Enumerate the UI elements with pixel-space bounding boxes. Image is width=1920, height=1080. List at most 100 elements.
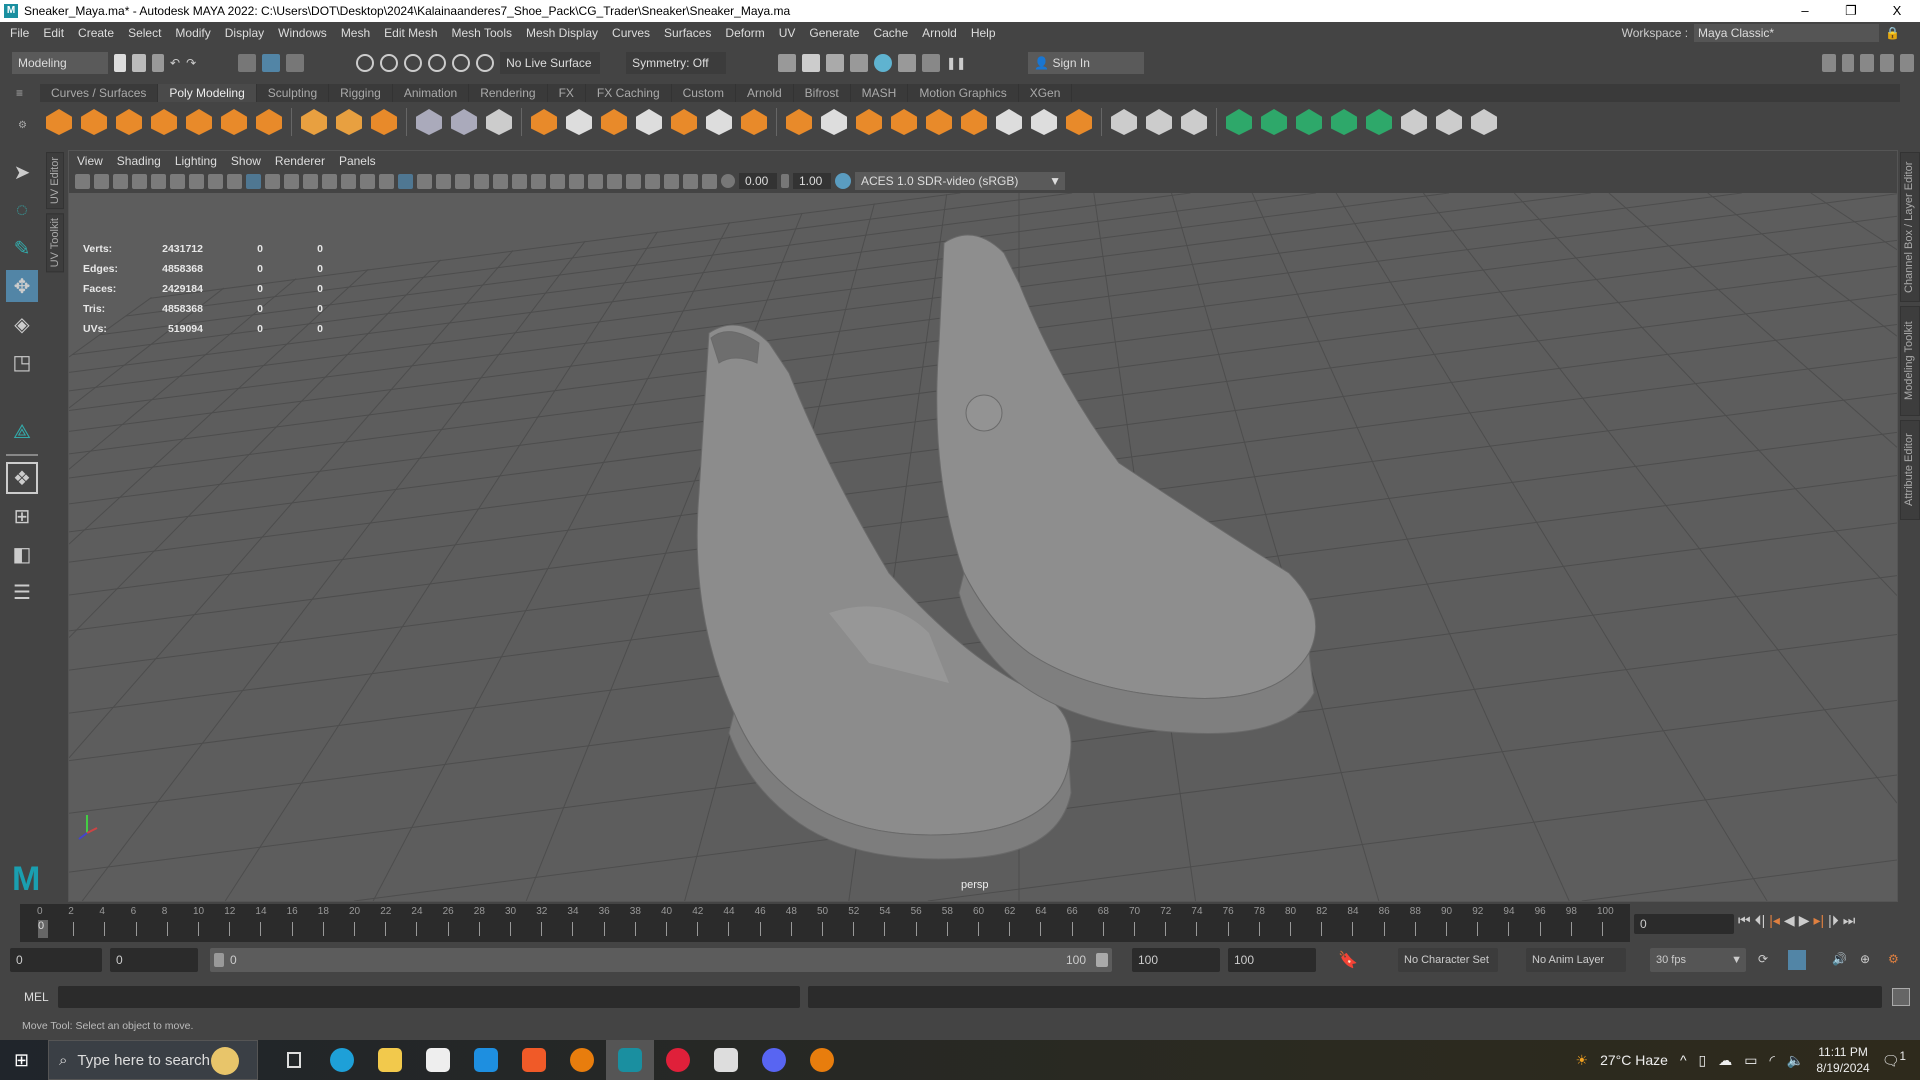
shelf-tool-icon[interactable]	[371, 109, 397, 135]
shelf-tool-icon[interactable]	[821, 109, 847, 135]
restore-button[interactable]: ❐	[1828, 0, 1874, 22]
blender-icon[interactable]	[558, 1040, 606, 1080]
shelf-tool-icon[interactable]	[301, 109, 327, 135]
menu-display[interactable]: Display	[225, 26, 264, 40]
shelf-tab-sculpting[interactable]: Sculpting	[257, 84, 330, 102]
shelf-tool-icon[interactable]	[891, 109, 917, 135]
panel-tool-icon[interactable]	[132, 173, 147, 189]
panel-tool-icon[interactable]	[474, 173, 489, 189]
wifi-icon[interactable]: ◜	[1769, 1052, 1774, 1069]
shelf-tool-icon[interactable]	[46, 109, 72, 135]
panel-tool-icon[interactable]	[303, 173, 318, 189]
menu-windows[interactable]: Windows	[278, 26, 327, 40]
discord-icon[interactable]	[750, 1040, 798, 1080]
mel-label[interactable]: MEL	[24, 990, 49, 1004]
playback-end-field[interactable]: 100	[1132, 948, 1220, 972]
shelf-tool-icon[interactable]	[856, 109, 882, 135]
anim-start-field[interactable]: 0	[10, 948, 102, 972]
maya-taskbar-icon[interactable]	[606, 1040, 654, 1080]
panel-tool-icon[interactable]	[493, 173, 508, 189]
shelf-tool-icon[interactable]	[1031, 109, 1057, 135]
symmetry-dropdown[interactable]: Symmetry: Off	[626, 52, 727, 74]
volume-icon[interactable]: 🔈	[1787, 1052, 1804, 1069]
range-slider[interactable]: 0 100	[210, 948, 1112, 972]
colorspace-dropdown[interactable]: ACES 1.0 SDR-video (sRGB) ▼	[855, 172, 1065, 190]
meet-now-icon[interactable]: ▯	[1699, 1052, 1707, 1069]
shelf-tool-icon[interactable]	[961, 109, 987, 135]
panel-tool-icon[interactable]	[189, 173, 204, 189]
edge-icon[interactable]	[318, 1040, 366, 1080]
outliner-layout-icon[interactable]: ☰	[6, 576, 38, 608]
shelf-tab-curves-surfaces[interactable]: Curves / Surfaces	[40, 84, 159, 102]
panel-tool-icon[interactable]	[265, 173, 280, 189]
shelf-tab-rigging[interactable]: Rigging	[329, 84, 393, 102]
current-frame-field[interactable]: 0	[1634, 914, 1734, 934]
panel-tool-icon[interactable]	[531, 173, 546, 189]
modeling-toolkit-tab[interactable]: Modeling Toolkit	[1900, 306, 1920, 416]
undo-icon[interactable]: ↶	[170, 56, 180, 70]
shelf-tool-icon[interactable]	[566, 109, 592, 135]
shelf-tool-icon[interactable]	[741, 109, 767, 135]
cached-playback-icon[interactable]	[1788, 950, 1806, 970]
shelf-tool-icon[interactable]	[116, 109, 142, 135]
auto-key-icon[interactable]: ⊕	[1860, 952, 1870, 966]
redo-icon[interactable]: ↷	[186, 56, 196, 70]
shelf-tool-icon[interactable]	[1261, 109, 1287, 135]
panel-tool-icon[interactable]	[683, 173, 698, 189]
shelf-tool-icon[interactable]	[1331, 109, 1357, 135]
shelf-tool-icon[interactable]	[256, 109, 282, 135]
shelf-tab-arnold[interactable]: Arnold	[736, 84, 794, 102]
panel-tool-icon[interactable]	[417, 173, 432, 189]
ipr-render-icon[interactable]	[826, 54, 845, 72]
panel-tool-icon[interactable]	[607, 173, 622, 189]
new-scene-icon[interactable]	[114, 54, 126, 72]
panel-tool-icon[interactable]	[664, 173, 679, 189]
shelf-tool-icon[interactable]	[1366, 109, 1392, 135]
four-view-layout-icon[interactable]: ⊞	[6, 500, 38, 532]
gamma-field[interactable]: 1.00	[793, 173, 831, 189]
shelf-settings-icon[interactable]: ⚙	[18, 120, 27, 131]
step-back-frame-icon[interactable]: ⏴|	[1755, 912, 1766, 929]
shelf-tool-icon[interactable]	[706, 109, 732, 135]
render-settings-icon[interactable]	[850, 54, 869, 72]
shelf-tab-fx[interactable]: FX	[548, 84, 586, 102]
panel-tool-icon[interactable]	[341, 173, 356, 189]
menu-generate[interactable]: Generate	[809, 26, 859, 40]
open-scene-icon[interactable]	[132, 54, 146, 72]
hypershade-icon[interactable]	[874, 54, 893, 72]
shelf-tool-icon[interactable]	[1181, 109, 1207, 135]
sign-in-dropdown[interactable]: 👤 Sign In	[1028, 52, 1145, 74]
script-editor-icon[interactable]	[1892, 988, 1910, 1006]
scale-tool-icon[interactable]: ◳	[6, 346, 38, 378]
lock-icon[interactable]: 🔒	[1885, 26, 1900, 40]
shelf-tab-poly-modeling[interactable]: Poly Modeling	[158, 84, 257, 102]
save-scene-icon[interactable]	[152, 54, 164, 72]
character-controls-icon[interactable]	[1842, 54, 1854, 72]
blender-alt-icon[interactable]	[798, 1040, 846, 1080]
uv-editor-tab[interactable]: UV Editor	[46, 152, 64, 210]
arnold-render-icon[interactable]	[898, 54, 917, 72]
move-tool-icon[interactable]: ✥	[6, 270, 38, 302]
menu-mesh-display[interactable]: Mesh Display	[526, 26, 598, 40]
menu-modify[interactable]: Modify	[175, 26, 210, 40]
shelf-tool-icon[interactable]	[1401, 109, 1427, 135]
shelf-tab-motion-graphics[interactable]: Motion Graphics	[908, 84, 1019, 102]
shelf-tool-icon[interactable]	[221, 109, 247, 135]
menu-select[interactable]: Select	[128, 26, 161, 40]
minimize-button[interactable]: –	[1782, 0, 1828, 22]
color-management-toggle-icon[interactable]	[835, 173, 851, 189]
panel-tool-icon[interactable]	[702, 173, 717, 189]
zbrush-icon[interactable]	[702, 1040, 750, 1080]
snap-curve-icon[interactable]	[380, 54, 399, 72]
single-perspective-layout-icon[interactable]: ❖	[6, 462, 38, 494]
windows-start-icon[interactable]: ⊞	[14, 1050, 29, 1071]
paint-select-tool-icon[interactable]: ✎	[6, 232, 38, 264]
menu-cache[interactable]: Cache	[873, 26, 908, 40]
character-set-dropdown[interactable]: No Character Set	[1398, 948, 1498, 972]
shelf-tool-icon[interactable]	[1146, 109, 1172, 135]
select-tool-icon[interactable]: ➤	[6, 156, 38, 188]
step-forward-key-icon[interactable]: ▸|	[1813, 912, 1824, 929]
shelf-tool-icon[interactable]	[1226, 109, 1252, 135]
bookmark-add-icon[interactable]: 🔖	[1338, 950, 1358, 970]
panel-tool-icon[interactable]	[379, 173, 394, 189]
